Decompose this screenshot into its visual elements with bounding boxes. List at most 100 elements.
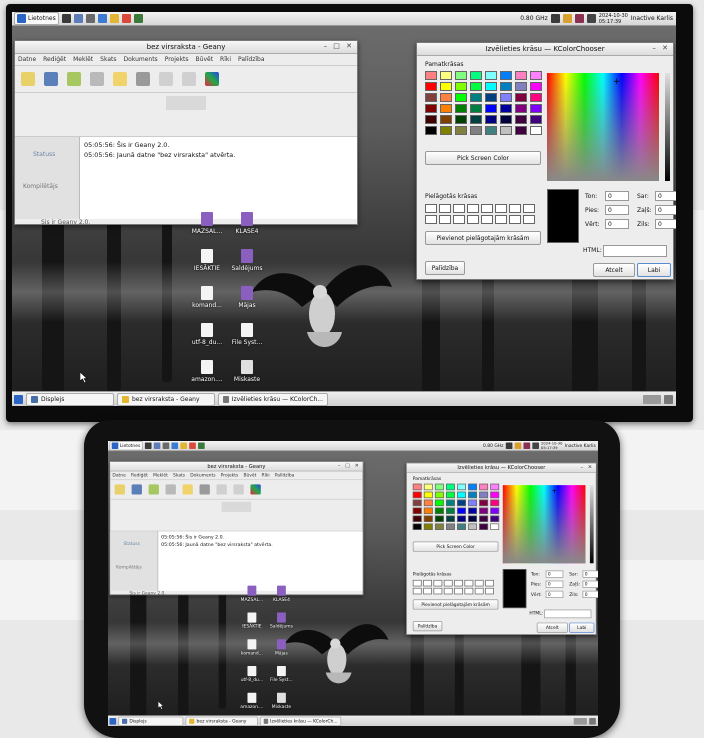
html-input[interactable] (603, 245, 667, 257)
menu-item[interactable]: Palīdzība (275, 473, 295, 478)
back-icon[interactable] (159, 72, 173, 86)
basic-color-swatch[interactable] (440, 82, 452, 91)
window-controls[interactable]: – ✕ (581, 464, 594, 470)
menu-item[interactable]: Skats (173, 473, 185, 478)
blue-field[interactable]: 0 (655, 219, 676, 229)
basic-color-swatch[interactable] (485, 93, 497, 102)
ok-button[interactable]: Labi (569, 622, 595, 633)
basic-color-swatch[interactable] (470, 126, 482, 135)
menu-item[interactable]: Meklēt (153, 473, 168, 478)
basic-color-swatch[interactable] (412, 483, 422, 491)
basic-color-swatch[interactable] (530, 126, 542, 135)
html-input[interactable] (544, 609, 592, 619)
menu-item[interactable]: Dokuments (123, 56, 157, 63)
basic-color-swatch[interactable] (440, 71, 452, 80)
volume-icon[interactable] (532, 442, 539, 449)
record-icon[interactable] (188, 442, 196, 449)
menu-item[interactable]: Rediģēt (43, 56, 66, 63)
basic-color-swatch[interactable] (455, 104, 467, 113)
custom-color-grid[interactable] (425, 204, 535, 224)
basic-color-swatch[interactable] (425, 93, 437, 102)
basic-color-swatch[interactable] (440, 115, 452, 124)
basic-color-swatch[interactable] (434, 491, 444, 499)
basic-color-swatch[interactable] (479, 483, 489, 491)
basic-color-swatch[interactable] (515, 104, 527, 113)
basic-color-swatch[interactable] (479, 523, 489, 530)
basic-color-swatch[interactable] (490, 523, 500, 530)
menu-item[interactable]: Rīki (220, 56, 231, 63)
new-file-icon[interactable] (114, 484, 125, 495)
basic-color-swatch[interactable] (500, 104, 512, 113)
basic-color-swatch[interactable] (468, 515, 477, 523)
basic-color-swatch[interactable] (500, 93, 512, 102)
basic-color-swatch[interactable] (423, 515, 433, 523)
tab-status[interactable]: Statuss (123, 542, 139, 547)
menu-item[interactable]: Projekts (221, 473, 239, 478)
basic-color-swatch[interactable] (423, 499, 433, 507)
basic-color-swatch[interactable] (446, 499, 455, 507)
basic-color-swatch[interactable] (446, 515, 455, 523)
show-desktop-icon[interactable] (14, 394, 23, 404)
desktop-icon[interactable]: Saldējums (263, 612, 300, 629)
saturation-field[interactable]: 0 (545, 580, 564, 588)
taskbar-item[interactable]: Displejs (118, 716, 184, 726)
weather-icon[interactable] (180, 442, 187, 449)
forward-icon[interactable] (233, 484, 244, 495)
tab-compiler[interactable]: Kompilētājs (23, 183, 58, 190)
basic-color-swatch[interactable] (446, 483, 455, 491)
basic-color-swatch[interactable] (457, 515, 466, 523)
basic-color-swatch[interactable] (446, 491, 455, 499)
menu-item[interactable]: Būvēt (196, 56, 214, 63)
color-chooser-icon[interactable] (205, 72, 219, 86)
basic-color-swatch[interactable] (515, 71, 527, 80)
color-chooser-icon[interactable] (250, 484, 261, 495)
basic-color-swatch[interactable] (446, 507, 455, 515)
workspace-2-icon[interactable] (523, 442, 530, 449)
show-desktop-icon[interactable] (109, 717, 117, 725)
basic-color-swatch[interactable] (500, 126, 512, 135)
reload-icon[interactable] (182, 484, 193, 495)
green-field[interactable]: 0 (582, 580, 598, 588)
forward-icon[interactable] (182, 72, 196, 86)
basic-color-swatch[interactable] (530, 104, 542, 113)
basic-color-swatch[interactable] (434, 507, 444, 515)
ok-button[interactable]: Labi (637, 263, 671, 277)
open-file-icon[interactable] (44, 72, 58, 86)
basic-color-swatch[interactable] (470, 93, 482, 102)
menu-item[interactable]: Datne (112, 473, 125, 478)
basic-color-swatch[interactable] (530, 115, 542, 124)
basic-color-swatch[interactable] (440, 104, 452, 113)
basic-color-swatch[interactable] (468, 507, 477, 515)
desktop-icon[interactable]: Saldējums (222, 249, 272, 272)
window-controls[interactable]: – ✕ (652, 44, 670, 52)
basic-color-swatch[interactable] (425, 82, 437, 91)
basic-color-swatch[interactable] (485, 115, 497, 124)
browser-icon[interactable] (97, 14, 107, 23)
editor-area[interactable] (15, 93, 357, 137)
workspace-1-icon[interactable] (514, 442, 522, 449)
basic-color-swatch[interactable] (440, 126, 452, 135)
kcolor-titlebar[interactable]: Izvēlieties krāsu — KColorChooser – ✕ (417, 43, 673, 56)
basic-color-swatch[interactable] (440, 93, 452, 102)
taskbar-item[interactable]: Izvēlieties krāsu — KColorCh... (218, 392, 328, 406)
basic-color-swatch[interactable] (479, 507, 489, 515)
basic-color-swatch[interactable] (479, 499, 489, 507)
menu-item[interactable]: Datne (18, 56, 36, 63)
menu-item[interactable]: Meklēt (73, 56, 93, 63)
desktop-icon[interactable]: File Syst... (222, 323, 272, 346)
taskbar-item[interactable]: bez virsraksta - Geany (117, 392, 215, 406)
basic-color-swatch[interactable] (485, 126, 497, 135)
window-controls[interactable]: – □ ✕ (338, 463, 360, 469)
blue-field[interactable]: 0 (582, 590, 598, 598)
value-field[interactable]: 0 (605, 219, 629, 229)
kcolor-titlebar[interactable]: Izvēlieties krāsu — KColorChooser – ✕ (406, 463, 596, 473)
basic-color-swatch[interactable] (455, 93, 467, 102)
basic-color-swatch[interactable] (412, 491, 422, 499)
basic-color-swatch[interactable] (500, 82, 512, 91)
open-file-icon[interactable] (131, 484, 142, 495)
value-slider[interactable] (589, 485, 594, 564)
basic-color-swatch[interactable] (425, 71, 437, 80)
help-button[interactable]: Palīdzība (425, 261, 465, 275)
basic-color-swatch[interactable] (457, 507, 466, 515)
basic-color-swatch[interactable] (423, 491, 433, 499)
